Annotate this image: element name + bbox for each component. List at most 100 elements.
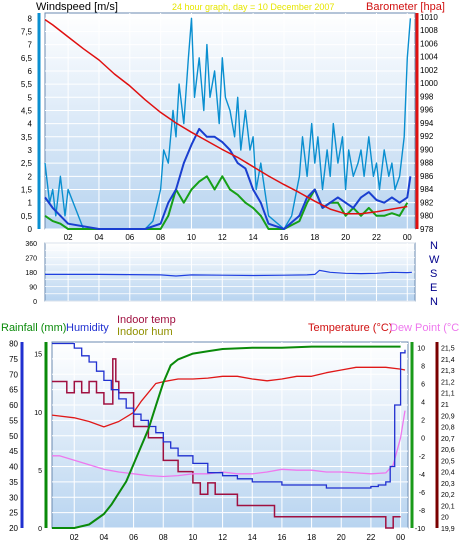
barometer-tick-label: 1002 [420, 66, 438, 75]
weather-graph-svg: 02 04 06 08 10 12 14 16 18 20 22 0000,511,522,533,5… [0, 0, 459, 555]
x-tick-label: 18 [310, 233, 319, 242]
x-tick-label: 16 [277, 533, 286, 542]
barometer-tick-label: 980 [420, 212, 434, 221]
humidity-tick-label: 40 [9, 463, 18, 472]
windspeed-tick-label: 2,5 [21, 159, 33, 168]
barometer-tick-label: 994 [420, 119, 434, 128]
rain-tick-label: 5 [38, 468, 42, 475]
barometer-tick-label: 982 [420, 198, 434, 207]
x-tick-label: 12 [218, 533, 227, 542]
humidity-tick-label: 30 [9, 493, 18, 502]
barometer-tick-label: 1000 [420, 79, 438, 88]
humidity-tick-label: 80 [9, 340, 18, 349]
compass-label-west: W [429, 254, 440, 266]
x-tick-label: 00 [403, 233, 412, 242]
humidity-tick-label: 20 [9, 524, 18, 533]
x-tick-label: 00 [396, 533, 405, 542]
temperature-tick-label: 6 [421, 382, 425, 389]
indoor-temp-axis-label: Indoor temp [117, 314, 176, 326]
windspeed-tick-label: 2 [28, 172, 33, 181]
windspeed-tick-label: 8 [28, 14, 33, 23]
windspeed-tick-label: 4 [28, 120, 33, 129]
graph-date-label: 24 hour graph, day = 10 December 2007 [172, 2, 335, 12]
compass-label-north-bottom: N [430, 296, 438, 308]
windspeed-tick-label: 5 [28, 93, 33, 102]
windspeed-tick-label: 3,5 [21, 133, 33, 142]
x-tick-label: 08 [156, 233, 165, 242]
x-tick-label: 06 [125, 233, 134, 242]
indoor-temp-tick-label: 21,2 [441, 379, 455, 386]
windspeed-tick-label: 0,5 [21, 212, 33, 221]
barometer-tick-label: 988 [420, 159, 434, 168]
temperature-tick-label: 4 [421, 400, 425, 407]
barometer-axis-label: Barometer [hpa] [366, 1, 445, 13]
humidity-tick-label: 45 [9, 447, 18, 456]
indoor-temp-tick-label: 21,1 [441, 391, 455, 398]
windspeed-tick-label: 7 [28, 41, 33, 50]
windspeed-tick-label: 1,5 [21, 185, 33, 194]
indoor-temp-tick-label: 21 [441, 402, 449, 409]
x-tick-label: 04 [95, 233, 104, 242]
indoor-temp-tick-label: 20,9 [441, 413, 455, 420]
x-tick-label: 12 [218, 233, 227, 242]
temperature-tick-label: 10 [417, 345, 425, 352]
x-tick-label: 02 [64, 233, 73, 242]
indoor-temp-tick-label: 19,9 [441, 526, 455, 533]
barometer-tick-label: 1010 [420, 13, 438, 22]
indoor-temp-tick-label: 20,7 [441, 436, 455, 443]
barometer-tick-label: 996 [420, 106, 434, 115]
temperature-tick-label: -10 [415, 526, 425, 533]
barometer-tick-label: 998 [420, 92, 434, 101]
x-tick-label: 20 [341, 233, 350, 242]
windspeed-tick-label: 0 [28, 225, 33, 234]
indoor-temp-tick-label: 20,4 [441, 470, 455, 477]
humidity-tick-label: 70 [9, 370, 18, 379]
windspeed-tick-label: 3 [28, 146, 33, 155]
humidity-tick-label: 60 [9, 401, 18, 410]
windspeed-tick-label: 7,5 [21, 27, 33, 36]
rain-tick-label: 15 [34, 352, 42, 359]
humidity-axis-label: Humidity [66, 322, 109, 334]
x-tick-label: 04 [99, 533, 108, 542]
dewpoint-axis-label: Dew Point (°C) [390, 322, 459, 334]
temperature-tick-label: -8 [419, 508, 425, 515]
indoor-temp-tick-label: 20,3 [441, 481, 455, 488]
x-tick-label: 10 [187, 233, 196, 242]
barometer-tick-label: 986 [420, 172, 434, 181]
x-tick-label: 22 [372, 233, 381, 242]
humidity-tick-label: 55 [9, 416, 18, 425]
compass-label-east: E [430, 282, 438, 294]
temperature-axis-label: Temperature (°C) [308, 322, 393, 334]
windspeed-tick-label: 6,5 [21, 54, 33, 63]
humidity-tick-label: 35 [9, 478, 18, 487]
indoor-temp-tick-label: 21,3 [441, 368, 455, 375]
windspeed-tick-label: 5,5 [21, 80, 33, 89]
x-tick-label: 22 [366, 533, 375, 542]
rainfall-axis-label: Rainfall (mm) [1, 322, 67, 334]
humidity-tick-label: 65 [9, 386, 18, 395]
temperature-tick-label: 2 [421, 418, 425, 425]
compass-label-north-top: N [430, 240, 438, 252]
indoor-temp-tick-label: 20 [441, 515, 449, 522]
barometer-tick-label: 1006 [420, 39, 438, 48]
windspeed-tick-label: 4,5 [21, 106, 33, 115]
direction-tick-label: 180 [25, 270, 37, 277]
barometer-tick-label: 992 [420, 132, 434, 141]
direction-tick-label: 0 [33, 299, 37, 306]
indoor-temp-tick-label: 20,1 [441, 503, 455, 510]
temperature-tick-label: -4 [419, 472, 425, 479]
indoor-temp-tick-label: 20,6 [441, 447, 455, 454]
direction-tick-label: 90 [29, 285, 37, 292]
barometer-tick-label: 978 [420, 225, 434, 234]
x-tick-label: 06 [129, 533, 138, 542]
x-tick-label: 14 [248, 533, 257, 542]
windspeed-tick-label: 1 [28, 199, 33, 208]
temperature-tick-label: 8 [421, 363, 425, 370]
x-tick-label: 14 [249, 233, 258, 242]
direction-tick-label: 360 [25, 241, 37, 248]
barometer-tick-label: 984 [420, 185, 434, 194]
barometer-tick-label: 990 [420, 145, 434, 154]
humidity-tick-label: 50 [9, 432, 18, 441]
indoor-temp-tick-label: 21,4 [441, 357, 455, 364]
indoor-temp-tick-label: 21,5 [441, 346, 455, 353]
